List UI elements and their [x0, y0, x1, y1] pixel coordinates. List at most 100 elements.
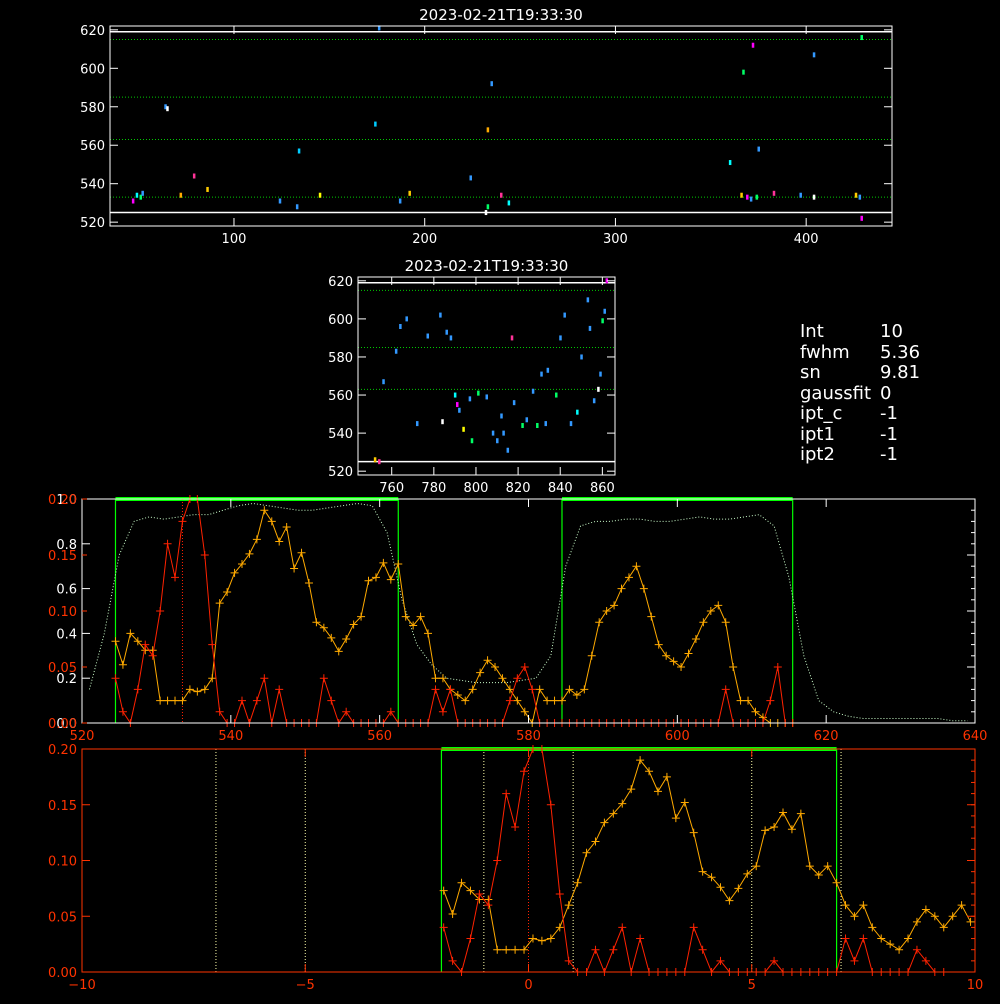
- orange-series-marker: [502, 945, 511, 954]
- data-point: [569, 421, 573, 427]
- data-point: [449, 335, 453, 341]
- orange-series-marker: [624, 573, 633, 582]
- red-series-marker: [502, 789, 511, 798]
- plot-frame: [357, 276, 616, 476]
- middle-scatter-panel: 2023-02-21T19:33:30 760 780 800 820 840 860 520…: [328, 257, 616, 496]
- y-tick-label-right: 0.05: [48, 661, 77, 676]
- orange-series-marker: [511, 945, 520, 954]
- y-tick-label: 540: [328, 427, 353, 442]
- x-tick-label: 0: [524, 978, 532, 993]
- y-tick-label: 0.15: [48, 799, 77, 814]
- orange-series-marker: [966, 917, 975, 926]
- orange-series-marker: [537, 936, 546, 945]
- x-tick-label: 800: [464, 481, 489, 496]
- orange-series-marker: [671, 814, 680, 823]
- orange-series-marker: [431, 674, 440, 683]
- info-key: fwhm: [800, 341, 850, 363]
- red-series-marker: [431, 685, 440, 694]
- y-tick-label: 580: [80, 101, 105, 116]
- info-key: sn: [800, 362, 821, 383]
- orange-series-marker: [595, 618, 604, 627]
- data-point: [507, 200, 511, 206]
- x-tick-label: 100: [222, 232, 247, 247]
- data-point: [445, 329, 448, 335]
- orange-series-marker: [912, 917, 921, 926]
- y-tick-label: 520: [80, 216, 105, 231]
- info-key: gaussfit: [800, 382, 872, 404]
- data-point: [166, 106, 169, 112]
- data-point: [601, 318, 604, 324]
- orange-series-marker: [602, 607, 611, 615]
- orange-series-marker: [691, 635, 700, 643]
- orange-series-marker: [424, 629, 433, 638]
- data-point: [544, 421, 547, 427]
- red-series-marker: [520, 663, 529, 671]
- red-series-marker: [505, 696, 514, 705]
- orange-series-marker: [498, 674, 507, 683]
- y-tick-label: 620: [80, 24, 105, 39]
- orange-series-marker: [163, 696, 172, 705]
- data-point: [405, 316, 408, 322]
- data-point: [728, 160, 732, 166]
- data-point: [490, 81, 493, 87]
- red-series-marker: [118, 707, 127, 716]
- info-value: 10: [880, 321, 903, 342]
- y-tick-label: 600: [80, 62, 105, 77]
- red-series-marker: [163, 539, 172, 548]
- x-tick-label: 580: [516, 729, 541, 744]
- orange-series-marker: [193, 687, 202, 696]
- orange-series-marker: [662, 651, 671, 660]
- data-point: [318, 192, 322, 198]
- chart-title: 2023-02-21T19:33:30: [405, 257, 569, 275]
- red-series-marker: [252, 696, 261, 705]
- orange-series-marker: [223, 587, 232, 596]
- orange-series-marker: [468, 685, 477, 694]
- x-tick-label: 560: [367, 729, 392, 744]
- info-row-ipt-c: ipt_c -1: [800, 403, 920, 425]
- red-series-marker: [689, 923, 698, 932]
- data-point: [374, 121, 377, 127]
- data-point: [415, 421, 419, 427]
- red-series-marker: [766, 696, 775, 705]
- red-series-marker: [721, 685, 730, 694]
- red-series-marker: [171, 573, 180, 582]
- x-tick-label: 200: [412, 232, 437, 247]
- orange-series-line: [443, 759, 971, 951]
- orange-series-marker: [215, 599, 224, 608]
- red-series-marker: [591, 945, 600, 954]
- data-point: [399, 324, 402, 329]
- y-tick-label-right: 0.20: [48, 493, 77, 508]
- data-point: [297, 148, 301, 154]
- data-point: [485, 394, 488, 400]
- data-point: [486, 127, 490, 133]
- orange-series-marker: [684, 649, 693, 658]
- orange-series-marker: [252, 535, 261, 544]
- red-series-marker: [446, 685, 455, 694]
- red-series-marker: [850, 956, 859, 965]
- data-point: [484, 210, 488, 216]
- y-tick-label: 600: [328, 313, 353, 328]
- orange-series-marker: [689, 828, 698, 837]
- red-series-marker: [156, 607, 165, 615]
- red-series-marker: [528, 685, 537, 694]
- data-point: [812, 52, 816, 58]
- data-point: [453, 392, 457, 398]
- data-point: [749, 196, 753, 202]
- x-tick-label: 620: [814, 729, 839, 744]
- y-tick-label: 0.05: [48, 910, 77, 925]
- red-series-marker: [546, 800, 555, 809]
- data-point: [206, 186, 209, 192]
- data-point: [295, 204, 299, 210]
- data-point: [456, 402, 459, 408]
- velocity-panel: −10 −5 0 5 100.000.050.100.150.20: [48, 743, 983, 993]
- red-series-marker: [841, 934, 850, 943]
- data-point: [458, 407, 461, 413]
- y-tick-label-right: 0.00: [48, 717, 77, 732]
- orange-series-marker: [714, 601, 723, 610]
- red-series-marker: [386, 707, 395, 716]
- data-point: [439, 312, 442, 318]
- orange-series-marker: [275, 537, 284, 546]
- red-series-marker: [319, 674, 328, 683]
- x-tick-label: 400: [794, 232, 819, 247]
- red-series-marker: [618, 923, 627, 932]
